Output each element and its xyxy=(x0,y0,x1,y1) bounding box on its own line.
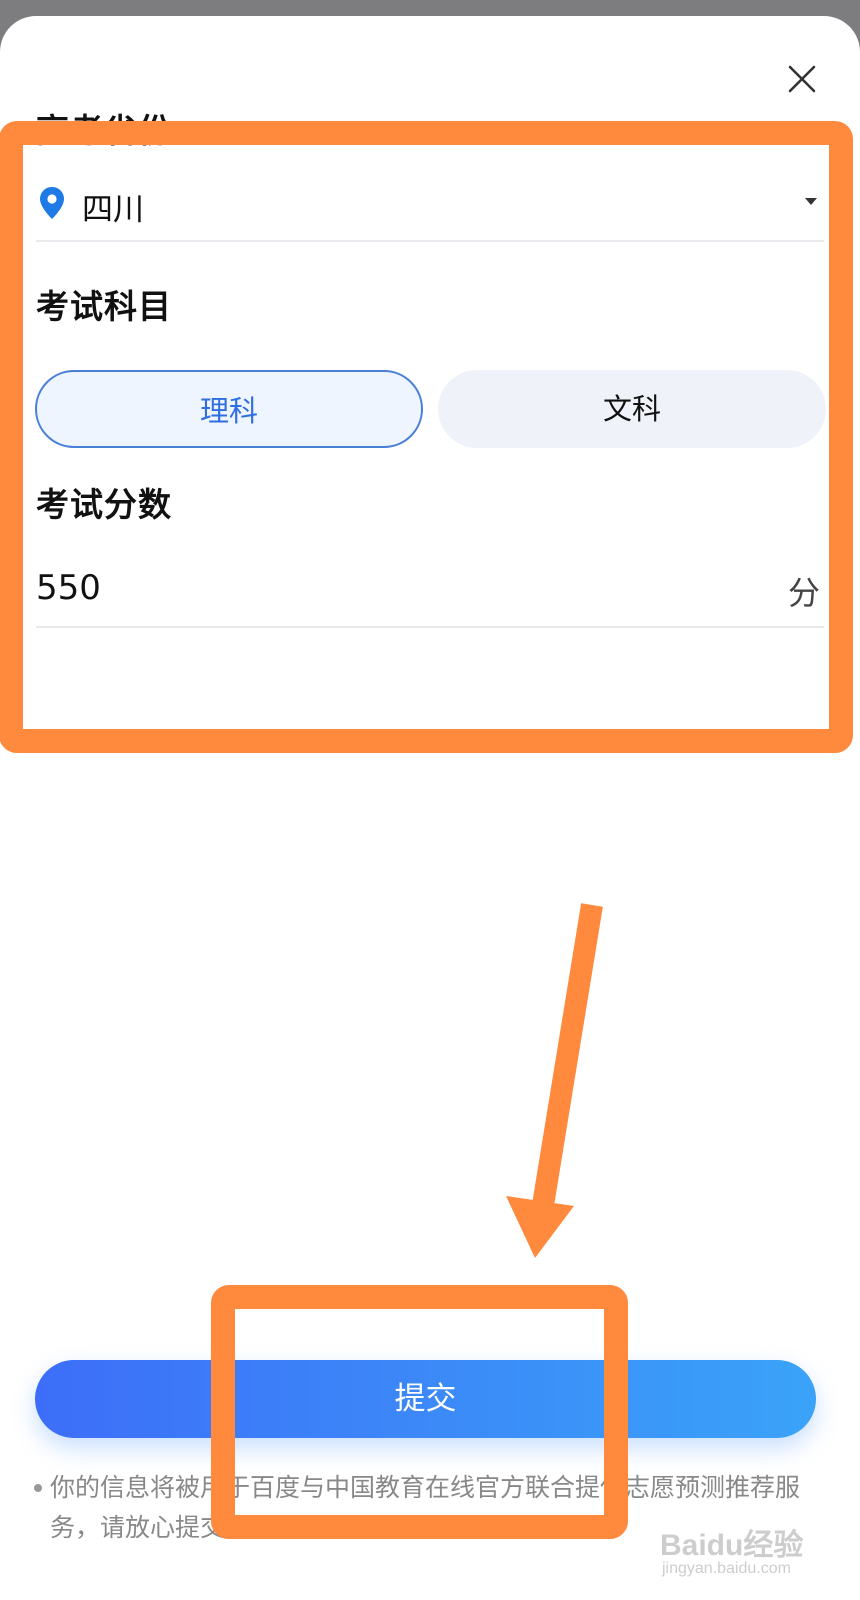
score-input[interactable]: 550 分 xyxy=(36,558,824,628)
submit-button[interactable]: 提交 xyxy=(35,1360,816,1438)
note-bullet xyxy=(34,1484,42,1492)
subject-option-arts[interactable]: 文科 xyxy=(438,370,826,448)
score-unit: 分 xyxy=(787,574,820,612)
province-value: 四川 xyxy=(82,192,144,228)
watermark-brand: Baidu经验 xyxy=(660,1529,804,1562)
dropdown-caret-icon xyxy=(805,198,817,205)
province-label: 高考省份 xyxy=(36,111,172,150)
location-pin-icon xyxy=(40,187,64,219)
score-entry-sheet: 高考省份 四川 考试科目 理科 文科 考试分数 550 分 提交 你的信息将被用… xyxy=(0,16,860,1600)
subject-option-science[interactable]: 理科 xyxy=(35,370,423,448)
watermark-site: jingyan.baidu.com xyxy=(662,1560,791,1577)
province-select[interactable]: 四川 xyxy=(36,166,824,242)
subject-label: 考试科目 xyxy=(36,287,172,326)
close-icon[interactable] xyxy=(784,61,820,97)
watermark: Baidu经验 jingyan.baidu.com xyxy=(660,1520,830,1590)
score-value[interactable]: 550 xyxy=(36,568,101,608)
score-label: 考试分数 xyxy=(36,485,172,524)
